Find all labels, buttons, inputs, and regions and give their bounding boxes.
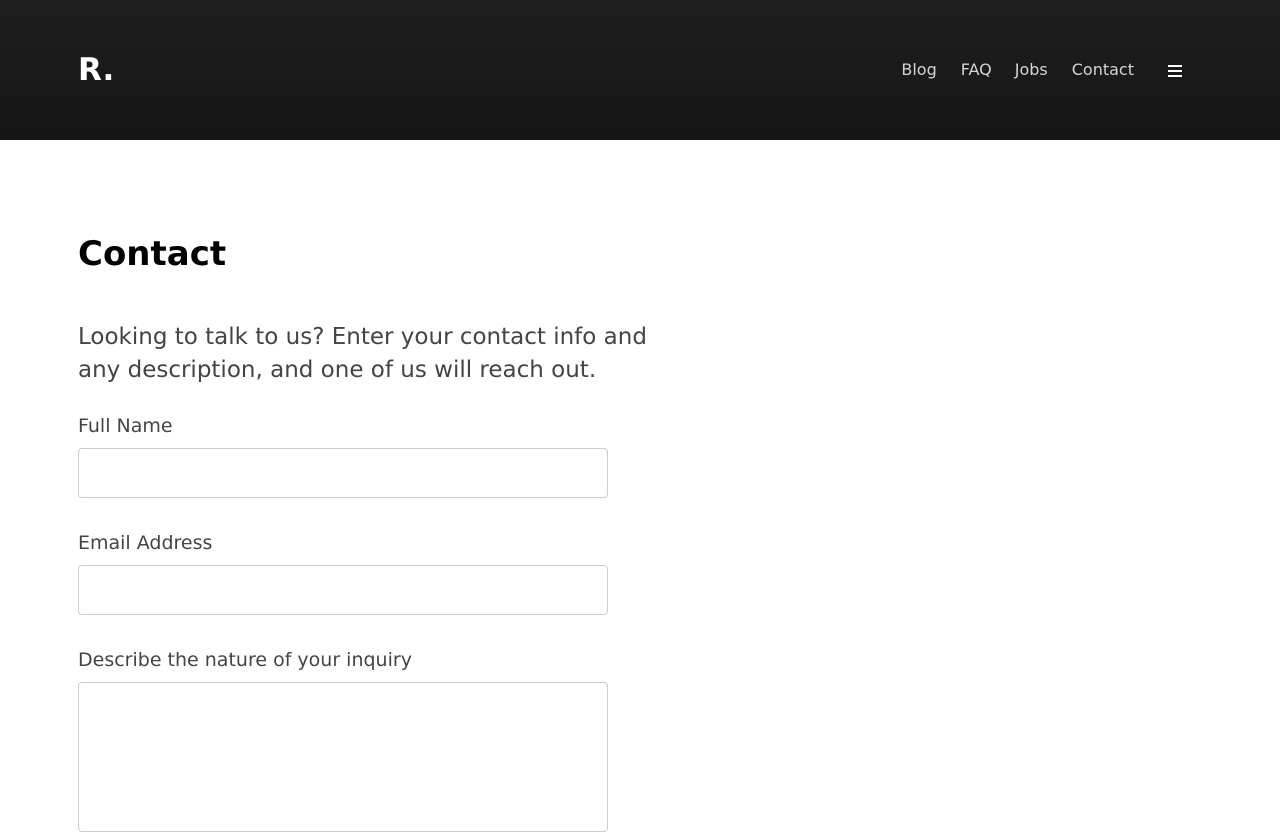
inquiry-label: Describe the nature of your inquiry (78, 649, 412, 671)
page-title: Contact (78, 234, 227, 274)
email-label: Email Address (78, 532, 213, 554)
hamburger-menu-icon[interactable] (1168, 64, 1182, 77)
nav-link-contact[interactable]: Contact (1072, 58, 1134, 82)
nav-link-faq[interactable]: FAQ (961, 58, 992, 82)
main-nav: Blog FAQ Jobs Contact (901, 58, 1182, 82)
nav-link-jobs[interactable]: Jobs (1015, 58, 1048, 82)
full-name-input[interactable] (78, 448, 608, 498)
menu-bar (1168, 74, 1182, 77)
site-header: R. Blog FAQ Jobs Contact (0, 0, 1280, 140)
menu-bar (1168, 64, 1182, 67)
full-name-label: Full Name (78, 415, 173, 437)
intro-text: Looking to talk to us? Enter your contac… (78, 324, 647, 383)
logo-link[interactable]: R. (78, 52, 114, 88)
inquiry-textarea[interactable] (78, 682, 608, 832)
nav-link-blog[interactable]: Blog (901, 58, 936, 82)
email-input[interactable] (78, 565, 608, 615)
menu-bar (1168, 69, 1182, 72)
